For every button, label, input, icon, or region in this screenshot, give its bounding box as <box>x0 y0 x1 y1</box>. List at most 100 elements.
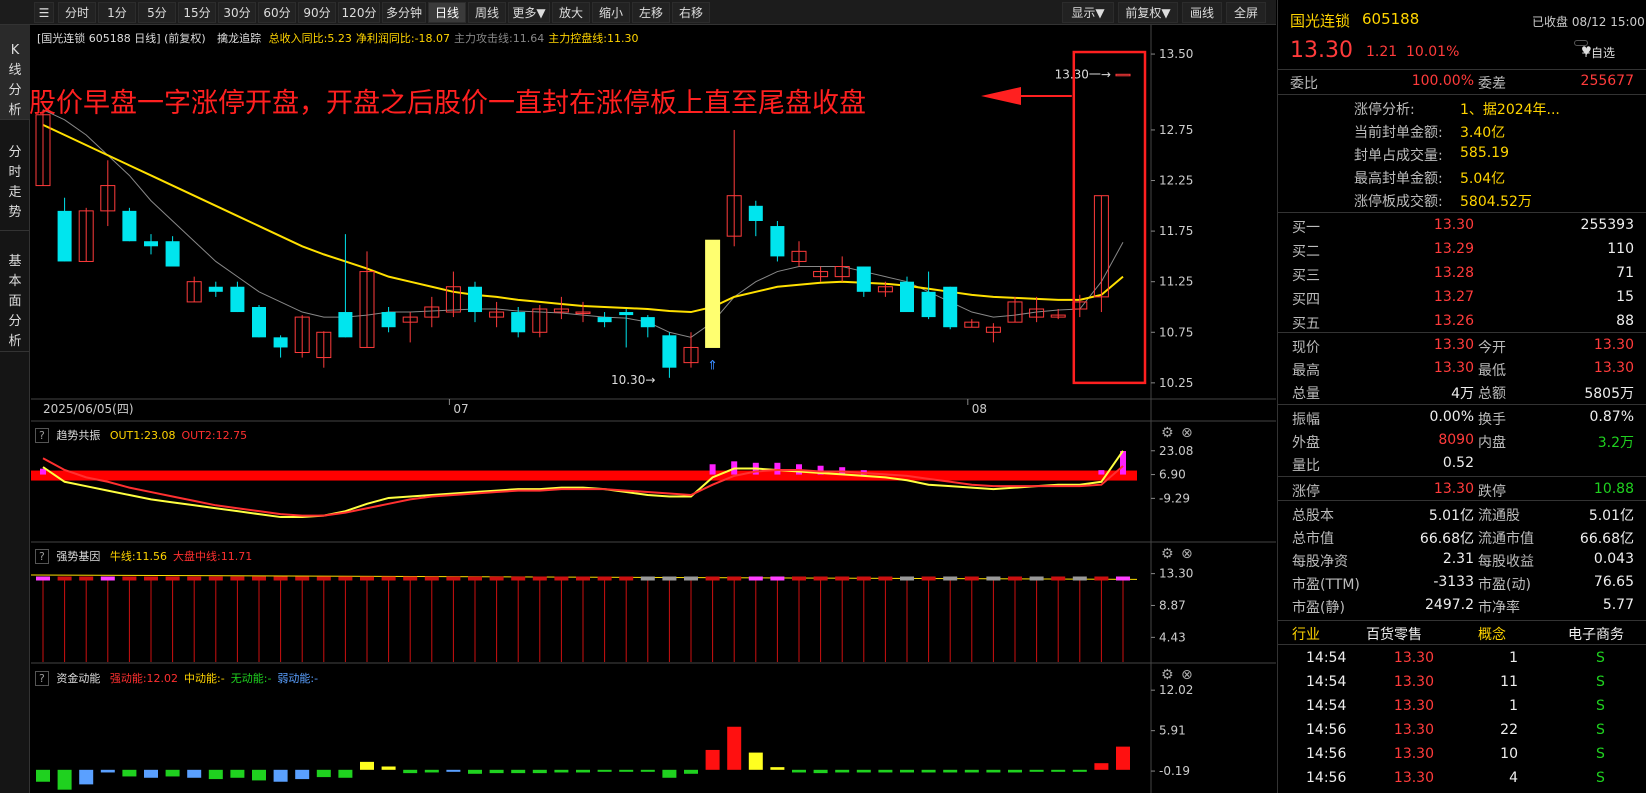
toggle-panel-icon[interactable]: ☰ <box>34 2 54 23</box>
toolbar-button[interactable]: 显示▼ <box>1062 2 1114 23</box>
bid-row[interactable]: 买五 13.26 88 <box>1278 310 1646 334</box>
toolbar-button[interactable]: 前复权▼ <box>1118 2 1178 23</box>
bid-price: 13.26 <box>1433 313 1474 329</box>
gene-bar <box>381 576 396 581</box>
limit-info-value: 1、据2024年... <box>1460 102 1560 118</box>
quote-label: 每股净资 <box>1292 554 1348 570</box>
toolbar-button[interactable]: 周线 <box>468 2 506 23</box>
gene-bar <box>79 576 94 581</box>
toolbar-button[interactable]: 90分 <box>298 2 336 23</box>
tick-row: 14:54 13.30 11 S <box>1278 671 1646 695</box>
toolbar-button[interactable]: 120分 <box>338 2 380 23</box>
toolbar-button[interactable]: 60分 <box>258 2 296 23</box>
legend-entry: 强动能:12.02 <box>109 672 179 685</box>
candle-body <box>921 291 936 318</box>
quote-row: 总股本 5.01亿 流通股 5.01亿 <box>1278 502 1646 526</box>
momentum-bar <box>36 769 50 782</box>
legend-entry: 牛线:11.56 <box>109 550 168 563</box>
gene-bar <box>446 576 461 581</box>
toolbar-button[interactable]: 缩小 <box>592 2 630 23</box>
quote-row: 市盈(静) 2497.2 市净率 5.77 <box>1278 594 1646 618</box>
gene-bar <box>489 576 504 581</box>
industry-row: 行业 百货零售 概念 电子商务 <box>1278 621 1646 645</box>
annotation-arrowhead <box>981 87 1021 105</box>
rocket-icon: ⇑ <box>707 359 718 374</box>
quote-value: 0.043 <box>1593 551 1634 567</box>
toolbar-button[interactable]: 多分钟 <box>382 2 426 23</box>
main-chart-header: [国光连锁 605188 日线] (前复权) 擒龙追踪 总收入同比:5.23 净利… <box>37 30 638 46</box>
toolbar-button[interactable]: 分时 <box>58 2 96 23</box>
quote-label: 流通股 <box>1478 508 1520 524</box>
sidebar-item-timeshare[interactable]: 分时走势 <box>0 121 30 231</box>
y-tick-label: 11.75 <box>1159 224 1193 238</box>
momentum-bar <box>532 769 547 774</box>
toolbar-button[interactable]: 15分 <box>178 2 216 23</box>
legend-entry: OUT2:12.75 <box>181 429 248 442</box>
quote-label: 现价 <box>1292 340 1320 356</box>
close-icon[interactable]: ⊗ <box>1181 425 1193 441</box>
bid-row[interactable]: 买一 13.30 255393 <box>1278 214 1646 238</box>
gene-bar <box>878 576 893 581</box>
help-icon[interactable]: ? <box>35 671 49 686</box>
add-watchlist-button[interactable]: ♥ +自选 <box>1574 40 1615 60</box>
quote-value: 8090 <box>1438 432 1474 448</box>
toolbar-button[interactable]: 左移 <box>632 2 670 23</box>
sidebar-item-fundamentals[interactable]: 基本面分析 <box>0 232 30 352</box>
toolbar-button[interactable]: 5分 <box>138 2 176 23</box>
help-icon[interactable]: ? <box>35 428 49 443</box>
candle-body-highlight <box>705 239 721 348</box>
toolbar-button[interactable]: 1分 <box>98 2 136 23</box>
quote-label: 最高 <box>1292 363 1320 379</box>
y-tick-label: -9.29 <box>1159 491 1190 505</box>
tick-price: 13.30 <box>1393 722 1434 738</box>
industry-value[interactable]: 百货零售 <box>1366 624 1422 644</box>
candle-body <box>748 205 763 221</box>
limit-info-value: 5804.52万 <box>1460 194 1532 210</box>
legend-entry: OUT1:23.08 <box>109 429 176 442</box>
help-icon[interactable]: ? <box>35 549 49 564</box>
momentum-bar <box>705 749 720 770</box>
bid-row[interactable]: 买三 13.28 71 <box>1278 262 1646 286</box>
gene-bar <box>468 576 482 581</box>
candle-body <box>943 286 958 328</box>
chart-area[interactable]: 13.50 12.75 12.25 11.75 11.25 10.75 10.25 2025/… <box>29 25 1276 793</box>
gear-icon[interactable]: ⚙ <box>1161 546 1174 562</box>
gene-bar <box>727 576 742 581</box>
gene-bar <box>338 576 353 581</box>
sidebar-item-kline[interactable]: K线分析 <box>0 25 30 120</box>
momentum-bar <box>122 769 137 777</box>
toolbar-button[interactable]: 放大 <box>552 2 590 23</box>
toolbar-button[interactable]: 更多▼ <box>508 2 550 23</box>
momentum-bar <box>1116 746 1130 770</box>
momentum-bar <box>964 769 979 773</box>
tick-price: 13.30 <box>1393 698 1434 714</box>
momentum-bar <box>986 769 1001 773</box>
bid-label: 买五 <box>1292 316 1320 332</box>
tick-side: S <box>1596 722 1605 738</box>
quote-label: 总量 <box>1292 386 1320 402</box>
quote-label: 外盘 <box>1292 435 1320 451</box>
close-icon[interactable]: ⊗ <box>1181 667 1193 683</box>
quote-value: 0.00% <box>1429 409 1474 425</box>
gear-icon[interactable]: ⚙ <box>1161 667 1174 683</box>
bid-row[interactable]: 买四 13.27 15 <box>1278 286 1646 310</box>
y-tick-label: 23.08 <box>1159 444 1193 458</box>
gear-icon[interactable]: ⚙ <box>1161 425 1174 441</box>
toolbar-button[interactable]: 右移 <box>672 2 710 23</box>
quote-label: 今开 <box>1478 340 1506 356</box>
tick-volume: 10 <box>1500 746 1518 762</box>
concept-value[interactable]: 电子商务 <box>1568 624 1624 644</box>
gene-bar <box>532 576 547 581</box>
indicator-value: 主力攻击线:11.64 <box>454 32 545 45</box>
candle-body <box>468 286 482 313</box>
toolbar-button[interactable]: 日线 <box>428 2 466 23</box>
toolbar-button[interactable]: 画线 <box>1182 2 1222 23</box>
bid-row[interactable]: 买二 13.29 110 <box>1278 238 1646 262</box>
momentum-bar <box>468 769 482 774</box>
legend-entry: 大盘中线:11.71 <box>173 550 253 563</box>
toolbar-button[interactable]: 全屏 <box>1226 2 1266 23</box>
close-icon[interactable]: ⊗ <box>1181 546 1193 562</box>
toolbar-button[interactable]: 30分 <box>218 2 256 23</box>
gene-bar <box>252 576 266 581</box>
momentum-bar <box>338 769 353 778</box>
